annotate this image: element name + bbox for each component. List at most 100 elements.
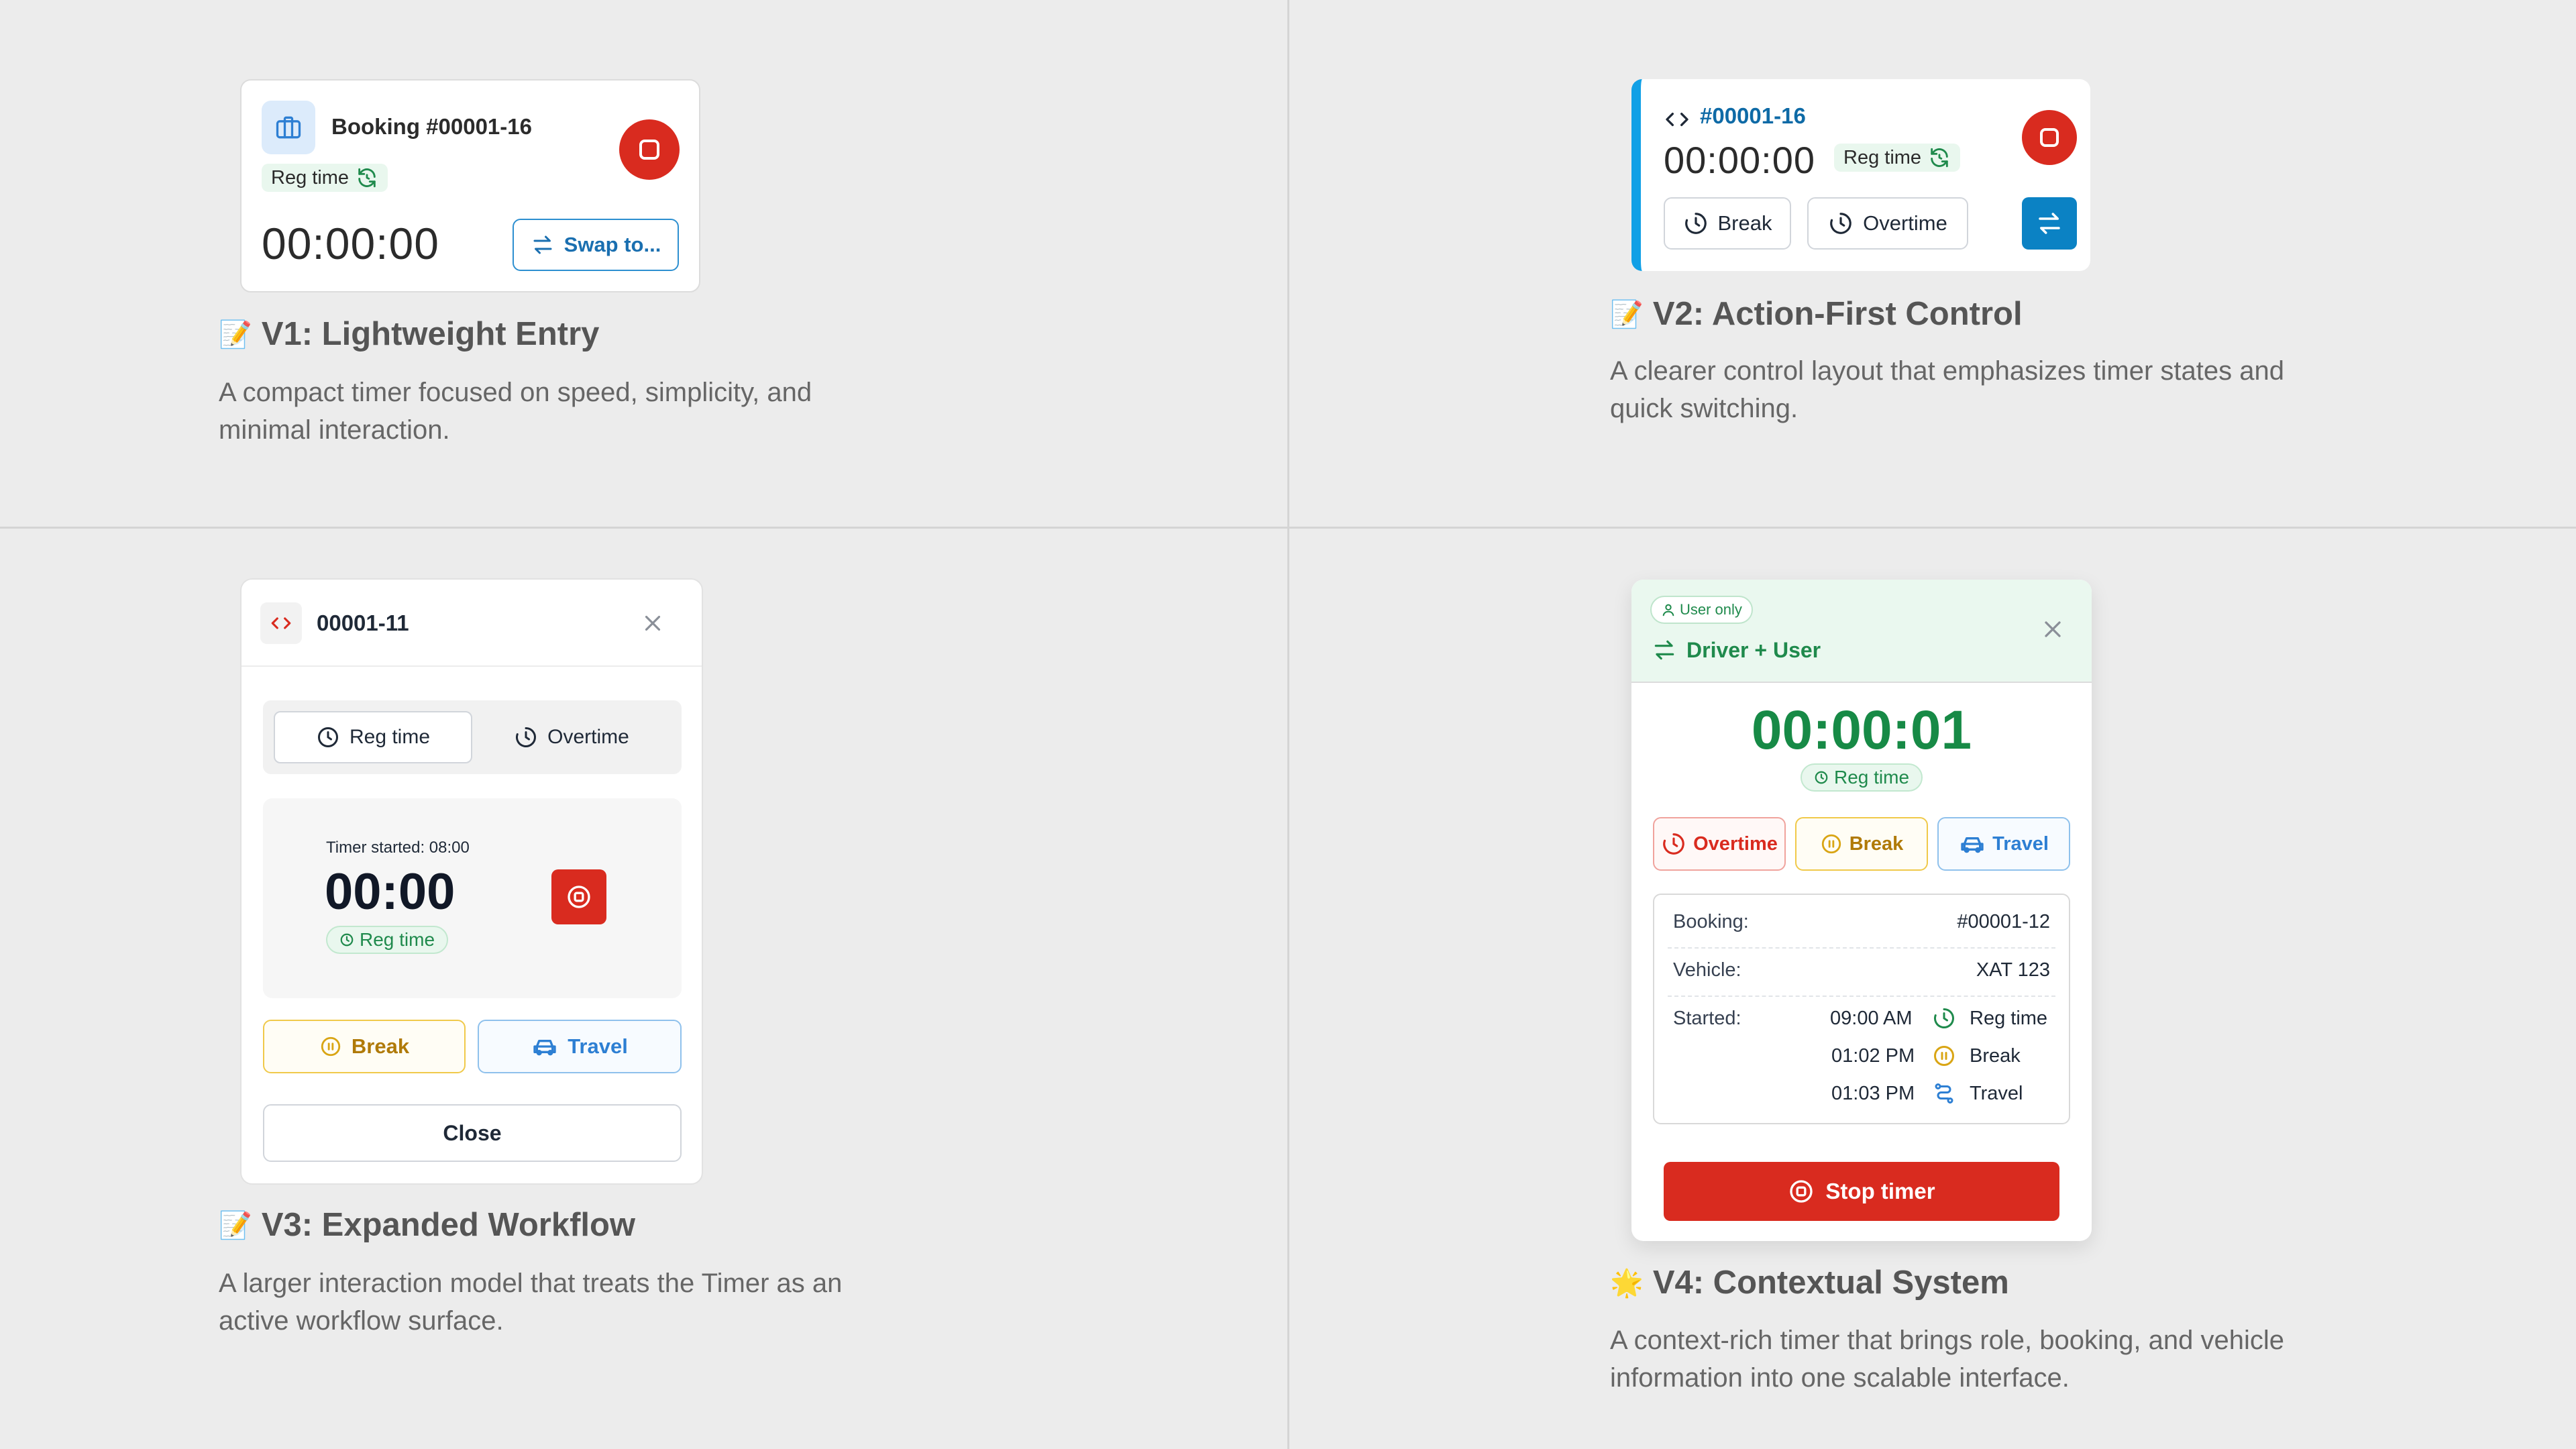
tab-label: Overtime: [547, 726, 629, 748]
timer-display: 00:00:00: [262, 219, 439, 268]
v3-caption-title: 📝 V3: Expanded Workflow: [219, 1206, 635, 1244]
overtime-button[interactable]: Overtime: [1807, 197, 1968, 250]
break-button[interactable]: Break: [1664, 197, 1791, 250]
timer-display: 00:00:00: [1664, 139, 1815, 181]
mode-label: Reg time: [1833, 767, 1910, 788]
v2-caption-title-text: V2: Action-First Control: [1652, 296, 2023, 332]
refresh-icon: [356, 166, 378, 189]
stop-timer-button[interactable]: Stop timer: [1664, 1162, 2059, 1221]
break-button[interactable]: Break: [1795, 817, 1928, 871]
v3-timer-dialog: 00001-11 Reg time Overtime Timer started…: [240, 578, 703, 1185]
timer-panel: Timer started: 08:00 00:00 Reg time: [263, 798, 682, 998]
event-time: 09:00 AM: [1830, 1008, 1913, 1029]
user-icon: [1661, 602, 1676, 617]
pause-icon: [1820, 833, 1843, 855]
clock-icon: [316, 725, 340, 749]
clock-icon: [1814, 770, 1829, 785]
header-divider: [241, 665, 702, 667]
diamond-arrows-icon: [1664, 106, 1690, 133]
overtime-button[interactable]: Overtime: [1653, 817, 1786, 871]
row-divider: [1668, 996, 2055, 997]
mode-badge-wrap: Reg time: [1631, 763, 2092, 792]
role-switch[interactable]: Driver + User: [1652, 637, 1821, 663]
started-label: Started:: [1673, 1008, 1741, 1029]
quadrant-divider-vertical: [1287, 0, 1289, 1449]
role-title: Driver + User: [1686, 637, 1821, 662]
v1-caption-desc: A compact timer focused on speed, simpli…: [219, 378, 812, 445]
stop-circle-icon: [1788, 1178, 1815, 1205]
memo-icon: 📝: [219, 319, 252, 350]
mode-badge: Reg time: [326, 926, 449, 954]
clock-icon: [514, 725, 538, 749]
swap-icon: [1652, 637, 1677, 663]
diamond-arrows-icon: [260, 602, 302, 644]
v1-caption-title: 📝 V1: Lightweight Entry: [219, 315, 599, 353]
close-label: Close: [443, 1120, 502, 1145]
v2-timer-card: #00001-16 00:00:00 Reg time Break Overti…: [1631, 79, 2090, 271]
booking-title: Booking #00001-16: [331, 114, 532, 139]
stop-icon: [639, 140, 659, 160]
role-badge-label: User only: [1680, 601, 1742, 618]
close-icon[interactable]: [2039, 616, 2066, 643]
clock-icon: [1828, 211, 1854, 236]
travel-label: Travel: [568, 1034, 628, 1058]
role-header: User only Driver + User: [1631, 580, 2092, 683]
v3-caption-desc: A larger interaction model that treats t…: [219, 1269, 843, 1336]
swap-icon: [2035, 209, 2063, 237]
mode-tabs: Reg time Overtime: [263, 700, 682, 774]
v4-caption-title-text: V4: Contextual System: [1652, 1265, 2009, 1301]
v2-caption-title: 📝 V2: Action-First Control: [1610, 295, 2023, 333]
swap-button[interactable]: Swap to...: [513, 219, 679, 271]
travel-button[interactable]: Travel: [478, 1020, 682, 1073]
timer-display: 00:00:01: [1751, 700, 1972, 761]
v1-caption-title-text: V1: Lightweight Entry: [261, 316, 600, 352]
stop-label: Stop timer: [1825, 1179, 1935, 1203]
swap-label: Swap to...: [564, 233, 661, 256]
mode-label: Reg time: [271, 166, 350, 189]
quadrant-divider-horizontal: [0, 527, 2576, 529]
tab-reg-time[interactable]: Reg time: [274, 711, 472, 763]
event-label: Reg time: [1970, 1008, 2048, 1029]
memo-icon: 📝: [219, 1210, 252, 1241]
timer-display: 00:00: [325, 863, 455, 920]
break-button[interactable]: Break: [263, 1020, 466, 1073]
event-time: 01:03 PM: [1831, 1083, 1915, 1104]
event-label: Travel: [1970, 1083, 2023, 1104]
mode-badge: Reg time: [1834, 144, 1961, 172]
stop-button[interactable]: [619, 119, 680, 180]
v2-caption-desc: A clearer control layout that emphasizes…: [1610, 356, 2284, 423]
mode-label: Reg time: [360, 929, 435, 950]
clock-icon: [1932, 1006, 1956, 1030]
overtime-label: Overtime: [1863, 211, 1947, 235]
briefcase-icon: [262, 101, 315, 154]
mode-badge: Reg time: [1800, 763, 1923, 792]
route-icon: [1932, 1081, 1956, 1106]
close-button[interactable]: Close: [263, 1104, 682, 1162]
close-icon[interactable]: [640, 610, 665, 636]
vehicle-label: Vehicle:: [1673, 959, 1741, 981]
break-label: Break: [1717, 211, 1772, 235]
break-label: Break: [351, 1034, 410, 1058]
swap-button[interactable]: [2022, 197, 2077, 250]
booking-value: #00001-12: [1957, 911, 2050, 932]
stop-circle-icon: [566, 883, 592, 910]
memo-icon: 📝: [1610, 299, 1644, 330]
clock-icon: [1683, 211, 1709, 236]
star-icon: 🌟: [1610, 1267, 1644, 1299]
travel-label: Travel: [1992, 833, 2049, 855]
refresh-icon: [1928, 146, 1951, 169]
clock-icon: [339, 932, 354, 947]
tab-label: Reg time: [349, 726, 431, 748]
vehicle-value: XAT 123: [1976, 959, 2050, 981]
stop-button[interactable]: [551, 869, 606, 924]
timer-started-text: Timer started: 08:00: [326, 839, 470, 857]
tab-overtime[interactable]: Overtime: [472, 711, 671, 763]
stop-button[interactable]: [2022, 110, 2077, 165]
pause-icon: [319, 1035, 342, 1058]
booking-id: #00001-16: [1700, 103, 1806, 128]
v4-timer-panel: User only Driver + User 00:00:01 Reg tim…: [1631, 580, 2092, 1241]
details-box: Booking: #00001-12 Vehicle: XAT 123 Star…: [1653, 894, 2070, 1124]
event-time: 01:02 PM: [1831, 1045, 1915, 1067]
clock-icon: [1661, 831, 1686, 857]
travel-button[interactable]: Travel: [1937, 817, 2070, 871]
